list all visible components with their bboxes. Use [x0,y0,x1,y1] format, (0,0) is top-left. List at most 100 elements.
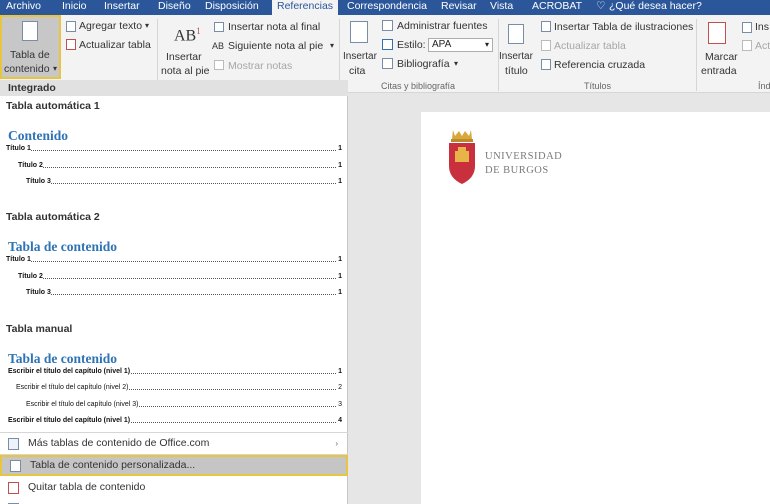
update-table-icon [66,39,76,50]
toc-line[interactable]: Título 2 1 [18,272,342,281]
chevron-down-icon: ▾ [53,64,58,73]
insert-footnote-label-1[interactable]: Insertar [166,51,202,63]
style-dropdown-value: APA [432,39,452,50]
toc-line-text: Escribir el título del capítulo (nivel 1… [8,417,131,424]
toc-line-page: 3 [338,400,342,409]
divider [696,19,697,91]
mark-entry-label-2[interactable]: entrada [701,65,737,77]
remove-toc-label: Quitar tabla de contenido [28,481,146,493]
chevron-right-icon: › [335,439,338,448]
toc-line[interactable]: Título 3 1 [26,288,342,297]
update-table-icon [541,40,551,51]
tab-referencias[interactable]: Referencias [272,0,339,15]
insert-citation-label-2[interactable]: cita [349,65,365,77]
toc-line-text: Escribir el título del capítulo (nivel 3… [26,401,139,408]
table-of-contents-icon [22,21,38,41]
update-index-button[interactable]: Act [755,40,770,52]
auto-table-2-title: Tabla automática 2 [6,211,100,223]
table-figures-icon [541,21,551,32]
toc-line[interactable]: Escribir el título del capítulo (nivel 1… [8,367,342,376]
toc-line-page: 1 [338,255,342,264]
toc-line-page: 1 [338,144,342,153]
insert-citation-icon [350,21,368,43]
show-notes-button[interactable]: Mostrar notas [228,60,292,72]
toc-button-label-1: Tabla de [10,49,50,61]
toc-line-page: 1 [338,177,342,186]
save-selection-item[interactable] [0,498,348,504]
toc-line[interactable]: Escribir el título del capítulo (nivel 3… [26,400,342,409]
group-label-titles: Títulos [584,81,612,91]
insert-caption-label-1[interactable]: Insertar [499,51,533,63]
document-page[interactable]: UNIVERSIDAD DE BURGOS [421,112,770,504]
tab-archivo[interactable]: Archivo [6,0,41,15]
tab-acrobat[interactable]: ACROBAT [532,0,582,15]
style-icon [382,39,393,50]
custom-toc-label: Tabla de contenido personalizada... [30,459,196,471]
more-toc-office-label: Más tablas de contenido de Office.com [28,437,210,449]
manual-table-heading[interactable]: Tabla de contenido [8,351,117,367]
toc-line[interactable]: Título 1 1 [6,144,342,153]
lightbulb-icon: ♡ [596,0,606,12]
toc-line[interactable]: Escribir el título del capítulo (nivel 1… [8,416,342,425]
add-text-icon [66,21,76,32]
tab-revisar[interactable]: Revisar [441,0,477,15]
footnote-icon: AB1 [174,26,201,45]
tab-inicio[interactable]: Inicio [62,0,87,15]
insert-index-icon [742,22,752,33]
toc-line[interactable]: Escribir el título del capítulo (nivel 2… [16,383,342,392]
style-dropdown[interactable]: APA ▾ [428,38,493,52]
insert-caption-label-2[interactable]: título [505,65,528,77]
tab-correspondencia[interactable]: Correspondencia [347,0,427,15]
insert-caption-icon [508,24,524,44]
tab-vista[interactable]: Vista [490,0,513,15]
tab-disposicion[interactable]: Disposición [205,0,259,15]
insert-footnote-label-2[interactable]: nota al pie [161,65,209,77]
add-text-button[interactable]: Agregar texto [79,20,142,32]
auto-table-1-heading[interactable]: Contenido [8,128,68,144]
insert-endnote-button[interactable]: Insertar nota al final [228,21,320,33]
chevron-down-icon: ▾ [330,41,335,50]
remove-toc-icon [8,482,19,494]
update-index-icon [742,40,752,51]
toc-line-page: 1 [338,367,342,376]
toc-dropdown-panel: Integrado Tabla automática 1 Contenido T… [0,80,348,504]
toc-line[interactable]: Título 1 1 [6,255,342,264]
next-footnote-button[interactable]: Siguiente nota al pie [228,40,323,52]
toc-line-page: 1 [338,288,342,297]
ribbon-tab-bar: Archivo Inicio Insertar Diseño Disposici… [0,0,770,15]
custom-toc-item[interactable]: Tabla de contenido personalizada... [0,455,348,476]
mark-entry-label-1[interactable]: Marcar [705,51,738,63]
tab-insertar[interactable]: Insertar [104,0,140,15]
endnote-icon [214,22,224,32]
tab-diseno[interactable]: Diseño [158,0,191,15]
insert-table-figures-button[interactable]: Insertar Tabla de ilustraciones [554,21,693,33]
toc-line-text: Título 1 [6,145,31,152]
more-toc-office-item[interactable]: Más tablas de contenido de Office.com › [0,433,348,454]
tell-me-search[interactable]: ¿Qué desea hacer? [609,0,702,15]
manage-sources-button[interactable]: Administrar fuentes [397,20,487,32]
toc-line-page: 1 [338,161,342,170]
style-label: Estilo: [397,39,426,51]
toc-line[interactable]: Título 2 1 [18,161,342,170]
toc-line-page: 1 [338,272,342,281]
update-table-figures-button[interactable]: Actualizar tabla [554,40,626,52]
auto-table-1-title: Tabla automática 1 [6,100,100,112]
mark-entry-icon [708,22,726,44]
office-globe-icon [8,438,19,450]
insert-citation-label-1[interactable]: Insertar [343,51,377,63]
university-crest-icon [449,130,475,184]
cross-reference-button[interactable]: Referencia cruzada [554,59,645,71]
toc-line[interactable]: Título 3 1 [26,177,342,186]
insert-index-button[interactable]: Ins [755,21,769,33]
update-table-button[interactable]: Actualizar tabla [79,39,151,51]
toc-line-text: Escribir el título del capítulo (nivel 2… [16,384,129,391]
auto-table-2-heading[interactable]: Tabla de contenido [8,239,117,255]
toc-line-text: Título 2 [18,162,43,169]
toc-line-text: Título 1 [6,256,31,263]
toc-line-text: Título 2 [18,273,43,280]
toc-line-text: Título 3 [26,289,51,296]
bibliography-button[interactable]: Bibliografía [397,58,450,70]
toc-button-label-2: contenido [4,63,50,75]
remove-toc-item[interactable]: Quitar tabla de contenido [0,477,348,498]
chevron-down-icon: ▾ [454,59,459,68]
